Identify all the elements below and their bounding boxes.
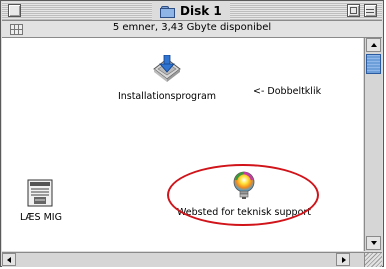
left-arrow-icon (7, 257, 11, 263)
disk-folder-icon (160, 5, 175, 18)
scroll-right-button[interactable] (336, 253, 350, 266)
vertical-scroll-thumb[interactable] (366, 54, 381, 74)
window-title: Disk 1 (180, 4, 222, 18)
readme-label: LÆS MIG (20, 212, 62, 223)
right-arrow-icon (342, 257, 346, 263)
vertical-scrollbar[interactable] (364, 38, 382, 251)
scroll-up-button[interactable] (366, 38, 381, 52)
horizontal-scrollbar[interactable] (2, 252, 364, 267)
scroll-left-button[interactable] (2, 253, 16, 266)
up-arrow-icon (371, 43, 377, 47)
finder-window: Disk 1 5 emner, 3,43 Gbyte disponibel In… (0, 0, 384, 267)
readme-item[interactable]: LÆS MIG (20, 178, 62, 223)
installer-icon (153, 54, 181, 82)
installer-item[interactable]: Installationsprogram (111, 54, 223, 102)
document-icon (27, 179, 53, 207)
double-click-annotation: <- Dobbeltklik (253, 86, 322, 97)
zoom-box-button[interactable] (347, 4, 360, 17)
window-content: Installationsprogram <- Dobbeltklik LÆS … (2, 38, 363, 251)
highlight-ellipse (167, 164, 319, 226)
status-text: 5 emner, 3,43 Gbyte disponibel (112, 22, 272, 33)
installer-label: Installationsprogram (117, 91, 217, 102)
title-bar[interactable]: Disk 1 (2, 2, 382, 21)
scroll-down-button[interactable] (366, 236, 381, 250)
close-box-button[interactable] (8, 4, 21, 17)
resize-grow-box[interactable] (364, 252, 382, 267)
collapse-box-button[interactable] (364, 4, 377, 17)
down-arrow-icon (371, 241, 377, 245)
window-title-plate: Disk 1 (152, 2, 230, 20)
status-bar: 5 emner, 3,43 Gbyte disponibel (2, 21, 382, 38)
